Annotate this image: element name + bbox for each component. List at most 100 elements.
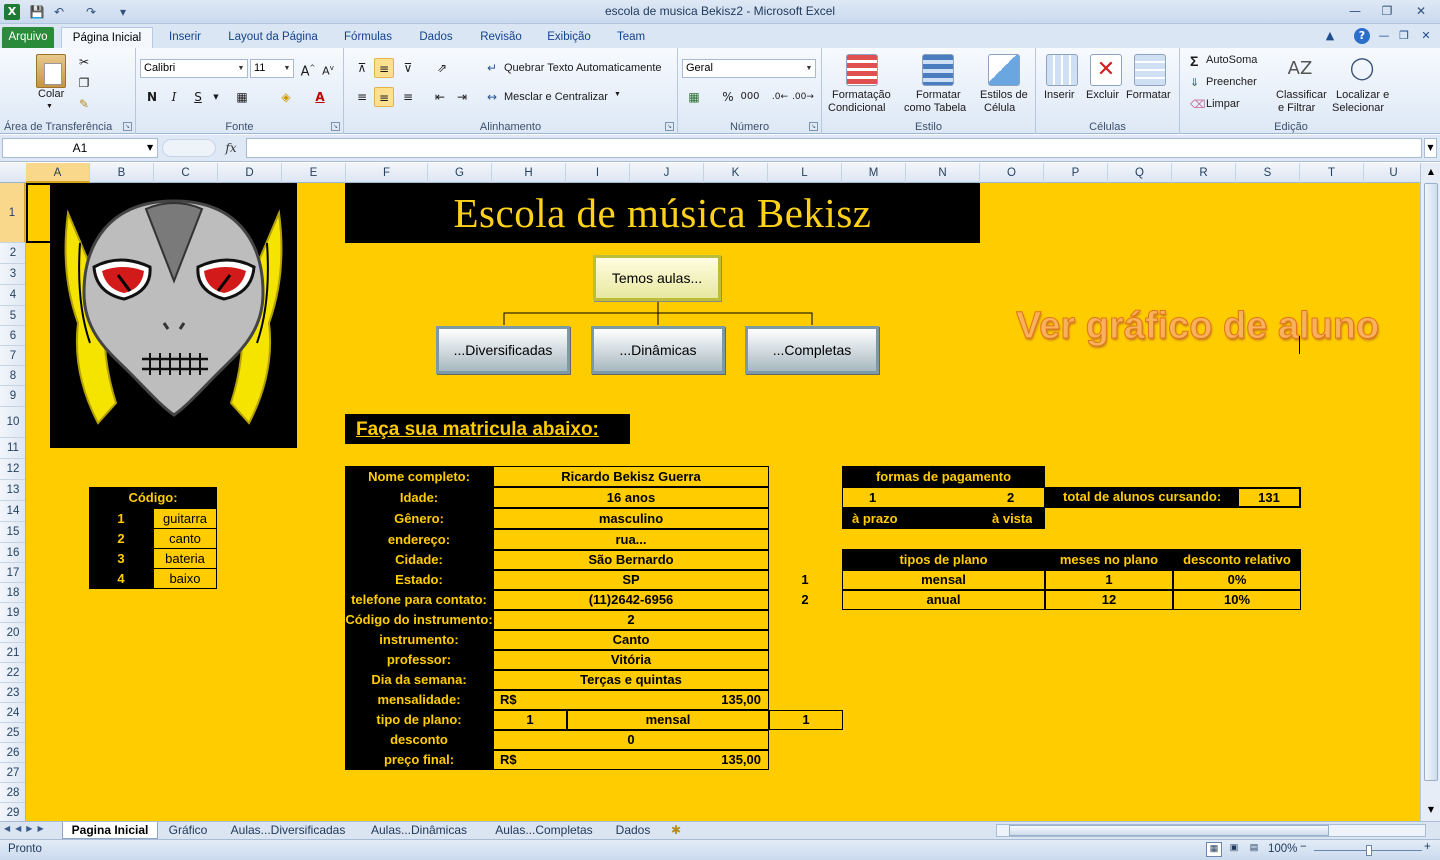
close-icon[interactable]: ✕ bbox=[1408, 2, 1434, 20]
fill-icon[interactable]: ⇓ bbox=[1190, 76, 1199, 89]
form-value[interactable]: 16 anos bbox=[493, 487, 769, 508]
merge-center-button[interactable]: Mesclar e Centralizar bbox=[504, 91, 608, 103]
row-header-12[interactable]: 12 bbox=[0, 459, 25, 480]
delete-cells-button[interactable]: Excluir bbox=[1086, 89, 1119, 101]
row-header-27[interactable]: 27 bbox=[0, 763, 25, 783]
zoom-in-icon[interactable]: + bbox=[1424, 841, 1431, 853]
format-as-table-icon[interactable] bbox=[922, 54, 954, 86]
column-header-h[interactable]: H bbox=[492, 163, 566, 183]
align-left-icon[interactable]: ≡ bbox=[352, 87, 372, 107]
chart-link[interactable]: Ver gráfico de aluno bbox=[1016, 305, 1420, 355]
column-header-b[interactable]: B bbox=[90, 163, 154, 183]
row-header-9[interactable]: 9 bbox=[0, 386, 25, 407]
form-value[interactable]: R$ 135,00 bbox=[493, 690, 769, 710]
sigma-icon[interactable]: Σ bbox=[1190, 53, 1198, 69]
conditional-formatting-line1[interactable]: Formatação bbox=[832, 89, 891, 101]
row-header-16[interactable]: 16 bbox=[0, 543, 25, 563]
insert-cells-icon[interactable] bbox=[1046, 54, 1078, 86]
code-instrument[interactable]: canto bbox=[153, 528, 217, 549]
increase-indent-icon[interactable]: ⇥ bbox=[452, 87, 472, 107]
cell-styles-icon[interactable] bbox=[988, 54, 1020, 86]
form-value[interactable]: masculino bbox=[493, 508, 769, 529]
conditional-formatting-icon[interactable] bbox=[846, 54, 878, 86]
column-header-l[interactable]: L bbox=[768, 163, 842, 183]
tab-dados[interactable]: Dados bbox=[410, 27, 462, 48]
column-header-a[interactable]: A bbox=[26, 163, 90, 183]
number-format-combo[interactable]: Geral ▼ bbox=[682, 59, 816, 78]
row-header-11[interactable]: 11 bbox=[0, 438, 25, 459]
page-break-view-icon[interactable]: ▤ bbox=[1246, 842, 1262, 857]
insert-function-button[interactable]: fx bbox=[220, 138, 242, 158]
form-value[interactable]: 0 bbox=[493, 730, 769, 750]
tab-revisao[interactable]: Revisão bbox=[472, 27, 530, 48]
find-select-line1[interactable]: Localizar e bbox=[1336, 89, 1389, 101]
font-launcher-icon[interactable]: ↘ bbox=[331, 122, 340, 131]
format-as-table-line2[interactable]: como Tabela bbox=[904, 102, 966, 114]
underline-button[interactable]: S bbox=[188, 87, 208, 107]
row-header-10[interactable]: 10 bbox=[0, 407, 25, 438]
name-box[interactable]: A1 bbox=[2, 138, 158, 158]
form-value[interactable]: São Bernardo bbox=[493, 550, 769, 570]
binoculars-icon[interactable]: ◯ bbox=[1346, 54, 1378, 86]
row-header-21[interactable]: 21 bbox=[0, 643, 25, 663]
horizontal-scrollbar[interactable] bbox=[996, 824, 1426, 837]
align-bottom-icon[interactable]: ⊽ bbox=[398, 58, 418, 78]
form-value[interactable]: (11)2642-6956 bbox=[493, 590, 769, 610]
plans-cell[interactable]: 10% bbox=[1173, 590, 1301, 610]
number-launcher-icon[interactable]: ↘ bbox=[809, 122, 818, 131]
column-header-q[interactable]: Q bbox=[1108, 163, 1172, 183]
percent-button[interactable]: % bbox=[718, 87, 738, 107]
shrink-font-icon[interactable]: Av bbox=[318, 58, 338, 78]
code-instrument[interactable]: bateria bbox=[153, 548, 217, 569]
chevron-down-icon[interactable]: ▼ bbox=[206, 87, 226, 107]
org-node-completas[interactable]: ...Completas bbox=[745, 326, 879, 374]
tab-exibicao[interactable]: Exibição bbox=[538, 27, 600, 48]
column-header-k[interactable]: K bbox=[704, 163, 768, 183]
page-layout-view-icon[interactable]: ▣ bbox=[1226, 842, 1242, 857]
column-header-c[interactable]: C bbox=[154, 163, 218, 183]
payment-option-2[interactable]: 2 bbox=[1007, 490, 1014, 505]
font-name-combo[interactable]: Calibri ▼ bbox=[140, 59, 248, 78]
tab-nav-icons[interactable]: ◀◀▶▶ bbox=[4, 824, 49, 833]
row-header-1[interactable]: 1 bbox=[0, 183, 25, 243]
form-value[interactable]: Vitória bbox=[493, 650, 769, 670]
currency-format-icon[interactable]: ▦ bbox=[684, 87, 704, 107]
column-header-e[interactable]: E bbox=[282, 163, 346, 183]
tab-team[interactable]: Team bbox=[608, 27, 654, 48]
sheet-tab[interactable]: Dados bbox=[608, 822, 658, 839]
row-header-29[interactable]: 29 bbox=[0, 803, 25, 821]
insert-cells-button[interactable]: Inserir bbox=[1044, 89, 1075, 101]
align-top-icon[interactable]: ⊼ bbox=[352, 58, 372, 78]
row-header-20[interactable]: 20 bbox=[0, 623, 25, 643]
paste-icon[interactable] bbox=[36, 54, 66, 88]
merge-center-icon[interactable]: ↔ bbox=[482, 87, 502, 107]
wrap-text-icon[interactable]: ↵ bbox=[482, 58, 502, 78]
column-header-r[interactable]: R bbox=[1172, 163, 1236, 183]
row-header-17[interactable]: 17 bbox=[0, 563, 25, 583]
row-header-25[interactable]: 25 bbox=[0, 723, 25, 743]
row-header-19[interactable]: 19 bbox=[0, 603, 25, 623]
column-header-o[interactable]: O bbox=[980, 163, 1044, 183]
decrease-decimal-icon[interactable]: .00→ bbox=[792, 87, 814, 107]
column-header-j[interactable]: J bbox=[630, 163, 704, 183]
plans-cell[interactable]: 1 bbox=[1045, 570, 1173, 590]
column-header-m[interactable]: M bbox=[842, 163, 906, 183]
normal-view-icon[interactable]: ▦ bbox=[1206, 842, 1222, 857]
paste-dropdown-icon[interactable]: ▼ bbox=[46, 103, 53, 110]
format-cells-icon[interactable] bbox=[1134, 54, 1166, 86]
payment-option-1[interactable]: 1 bbox=[869, 490, 876, 505]
column-header-g[interactable]: G bbox=[428, 163, 492, 183]
row-header-14[interactable]: 14 bbox=[0, 501, 25, 522]
eraser-icon[interactable]: ⌫ bbox=[1190, 98, 1206, 111]
skull-mascot-image[interactable] bbox=[50, 183, 297, 448]
horizontal-scroll-thumb[interactable] bbox=[1009, 825, 1329, 836]
row-header-8[interactable]: 8 bbox=[0, 366, 25, 386]
sort-filter-line1[interactable]: Classificar bbox=[1276, 89, 1327, 101]
code-instrument[interactable]: baixo bbox=[153, 568, 217, 589]
copy-icon[interactable]: ❐ bbox=[74, 73, 94, 93]
delete-cells-icon[interactable]: ✕ bbox=[1090, 54, 1122, 86]
tab-formulas[interactable]: Fórmulas bbox=[336, 27, 400, 48]
align-center-icon[interactable]: ≡ bbox=[374, 87, 394, 107]
form-value[interactable]: Canto bbox=[493, 630, 769, 650]
sheet-tab[interactable]: Pagina Inicial bbox=[62, 822, 158, 839]
